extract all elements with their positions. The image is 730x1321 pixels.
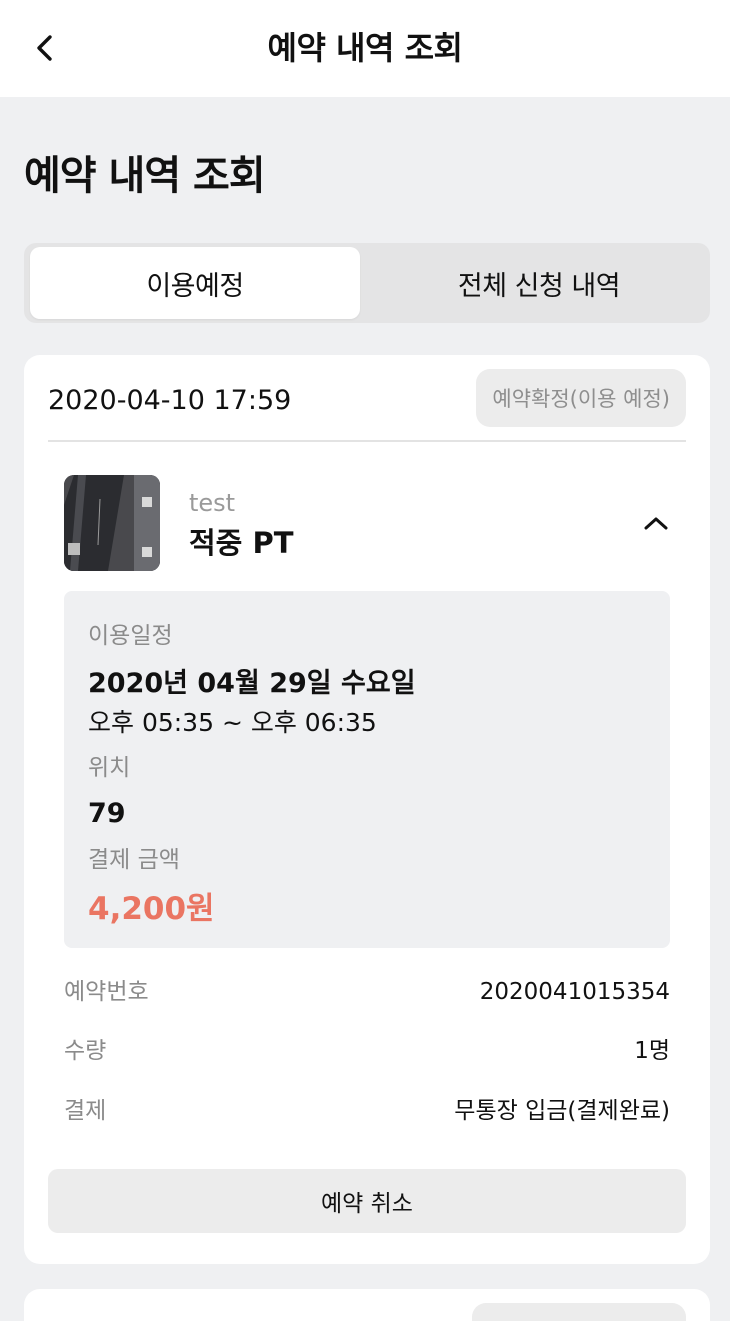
schedule-time: 오후 05:35 ~ 오후 06:35 [88,708,377,737]
info-label: 결제 [64,1098,107,1124]
location-value: 79 [88,798,126,829]
cancel-reservation-button[interactable]: 예약 취소 [48,1169,686,1233]
price-label: 결제 금액 [88,847,180,873]
info-label: 예약번호 [64,979,149,1005]
info-row-payment: 결제 무통장 입금(결제완료) [64,1094,670,1128]
chevron-up-icon [644,517,668,530]
reservation-card-next [24,1289,710,1321]
product-subtitle: test [189,489,236,517]
product-thumbnail [64,475,160,571]
price-value: 4,200원 [88,891,215,927]
reservation-datetime: 2020-04-10 17:59 [48,385,292,416]
top-bar: 예약 내역 조회 [0,0,730,97]
collapse-toggle-button[interactable] [638,505,674,541]
info-value: 2020041015354 [479,979,670,1005]
tab-upcoming[interactable]: 이용예정 [30,247,360,319]
reservation-detail-panel: 이용일정 2020년 04월 29일 수요일 오후 05:35 ~ 오후 06:… [64,591,670,948]
header-title: 예약 내역 조회 [267,29,463,67]
product-name: 적중 PT [189,526,294,560]
location-label: 위치 [88,755,131,781]
info-value: 1명 [634,1038,670,1064]
tab-switcher: 이용예정 전체 신청 내역 [24,243,710,323]
reservation-card: 2020-04-10 17:59 예약확정(이용 예정) test 적중 PT … [24,355,710,1264]
page-title: 예약 내역 조회 [24,153,266,199]
info-value: 무통장 입금(결제완료) [454,1098,670,1124]
tab-all-requests[interactable]: 전체 신청 내역 [374,247,704,319]
schedule-label: 이용일정 [88,623,173,649]
status-badge [472,1303,686,1321]
info-row-quantity: 수량 1명 [64,1034,670,1068]
info-row-reservation-number: 예약번호 2020041015354 [64,975,670,1009]
schedule-date: 2020년 04월 29일 수요일 [88,668,416,699]
info-label: 수량 [64,1038,107,1064]
status-badge: 예약확정(이용 예정) [476,369,686,427]
divider [48,440,686,442]
